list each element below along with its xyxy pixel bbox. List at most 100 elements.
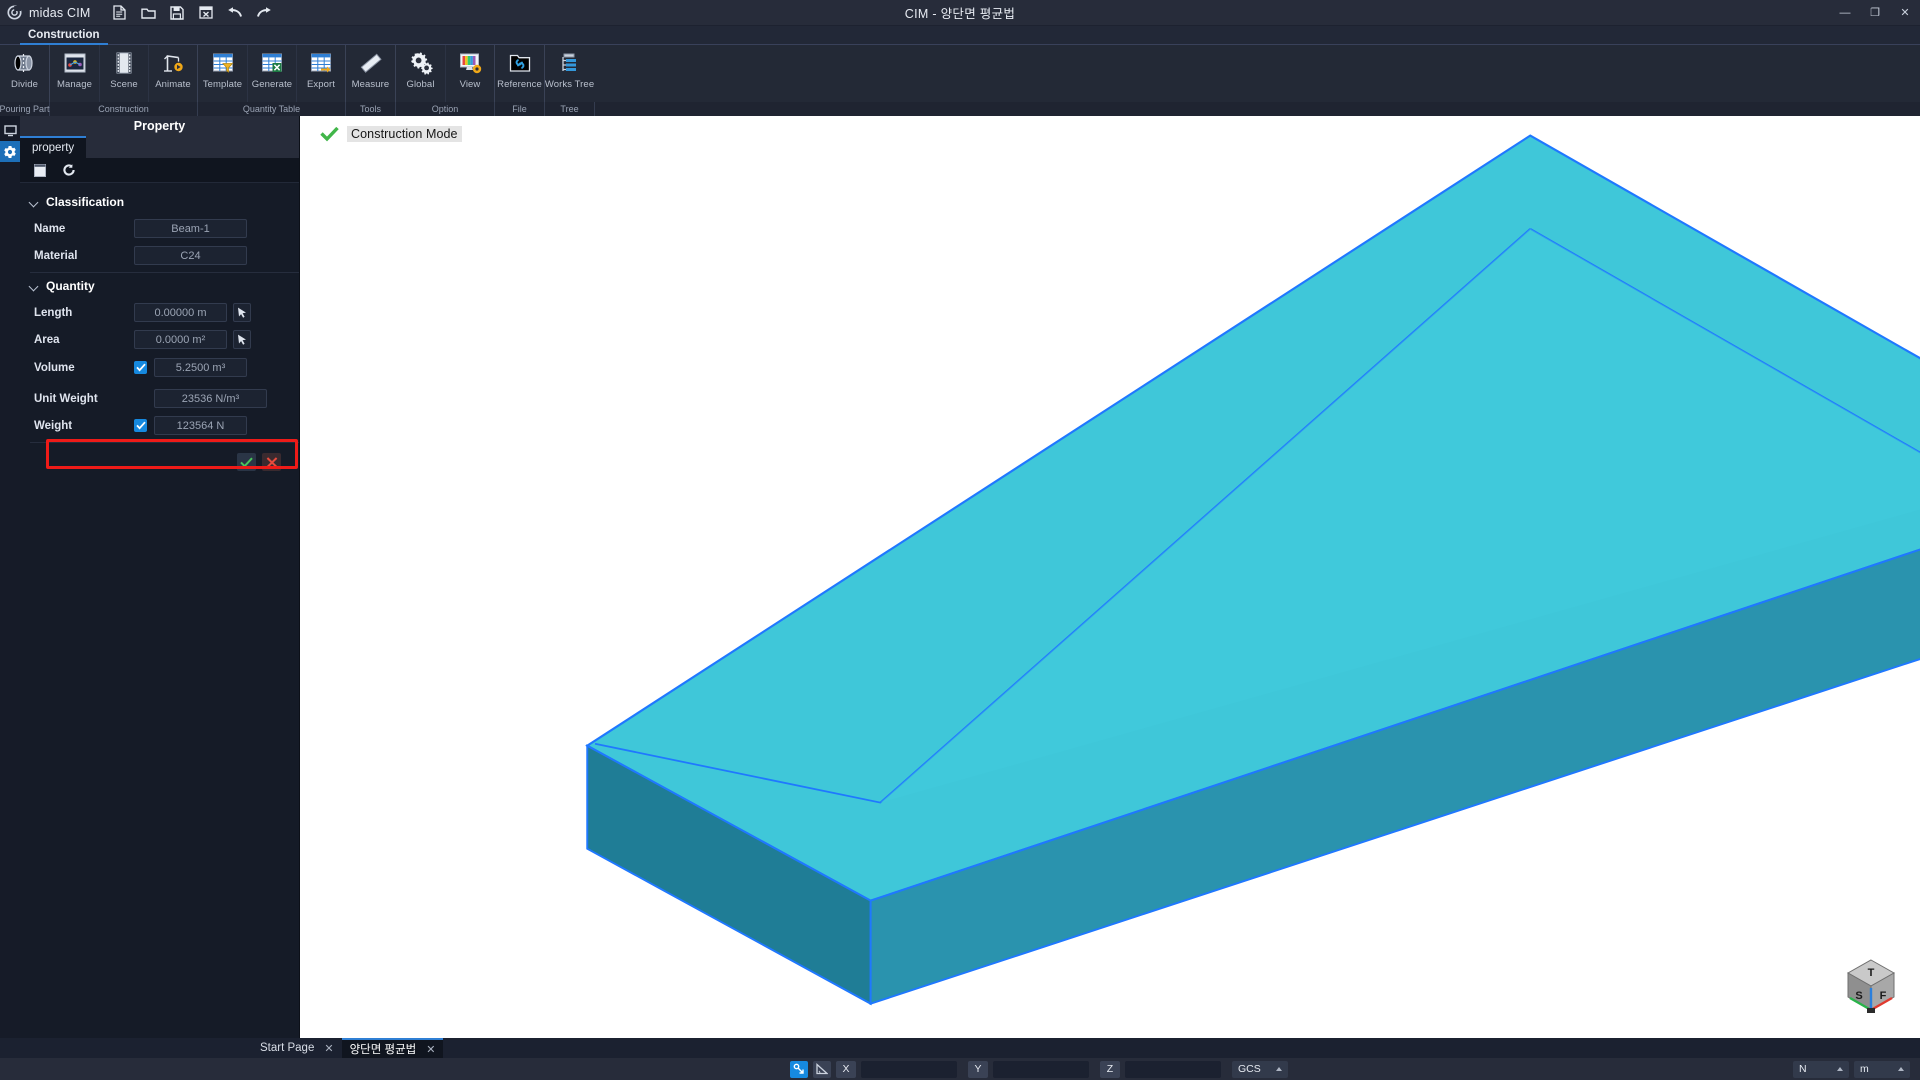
view-cube-top-label: T [1868,967,1875,979]
scene-icon [111,50,137,76]
group-label-construction: Construction [50,102,198,116]
ribbon-group-option: Global View [395,45,494,102]
property-label-unit-weight: Unit Weight [34,392,98,405]
property-value-name[interactable]: Beam-1 [134,219,247,238]
snap-point-icon[interactable] [790,1060,808,1078]
ribbon-button-animate[interactable]: Animate [148,45,197,102]
property-row-area: Area 0.0000 m² [20,326,299,353]
window-controls: — ❐ ✕ [1830,0,1920,26]
property-value-weight[interactable]: 123564 N [154,416,247,435]
new-file-icon[interactable] [105,1,134,25]
chevron-up-icon [1898,1067,1904,1071]
property-value-length[interactable]: 0.00000 m [134,303,227,322]
ribbon-button-works-tree[interactable]: Works Tree [545,45,594,102]
cancel-button[interactable] [262,453,281,471]
coord-input-z[interactable] [1125,1060,1221,1078]
volume-checkbox[interactable] [134,361,147,374]
property-gear-icon[interactable] [0,141,20,162]
chevron-down-icon [30,198,39,207]
ribbon-button-export[interactable]: Export [296,45,345,102]
restore-button[interactable]: ❐ [1860,0,1890,26]
view-cube-left-label: S [1855,990,1862,1002]
property-value-volume[interactable]: 5.2500 m³ [154,358,247,377]
property-value-unit-weight[interactable]: 23536 N/m³ [154,389,267,408]
property-row-length: Length 0.00000 m [20,299,299,326]
property-row-name: Name Beam-1 [20,215,299,242]
force-unit-select[interactable]: N [1793,1060,1849,1078]
property-value-area[interactable]: 0.0000 m² [134,330,227,349]
open-folder-icon[interactable] [134,1,163,25]
minimize-button[interactable]: — [1830,0,1860,26]
quick-access-toolbar [105,1,279,25]
redo-icon[interactable] [250,1,279,25]
close-document-icon[interactable] [192,1,221,25]
panel-toolbar [20,158,299,183]
display-icon[interactable] [0,120,20,141]
close-icon[interactable]: ✕ [426,1043,435,1056]
status-bar: X Y Z GCS N m [0,1058,1920,1080]
group-label-tree: Tree [545,102,595,116]
close-button[interactable]: ✕ [1890,0,1920,26]
ribbon-toolbar: Divide Manage Scene Animate Template Gen… [0,44,1920,102]
left-icon-rail [0,116,20,1038]
ribbon-group-pouring-part: Divide [0,45,49,102]
section-classification-header[interactable]: Classification [20,189,299,215]
measure-icon [358,50,384,76]
ribbon-button-reference[interactable]: Reference [495,45,544,102]
ribbon-button-template[interactable]: Template [198,45,247,102]
doc-tab-start-page[interactable]: Start Page ✕ [252,1038,342,1058]
view-cube[interactable]: T S F [1840,954,1902,1016]
force-unit-value: N [1799,1063,1807,1075]
ribbon-button-generate[interactable]: Generate [247,45,296,102]
ribbon-group-label-row: Pouring Part Construction Quantity Table… [0,102,1920,116]
property-label-weight: Weight [34,419,73,432]
save-icon[interactable] [163,1,192,25]
property-value-material[interactable]: C24 [134,246,247,265]
property-label-length: Length [34,306,73,319]
apply-button[interactable] [237,453,256,471]
chevron-down-icon [30,282,39,291]
midas-logo-icon [7,5,22,20]
main-area: Property property Classification Name Be… [0,116,1920,1038]
3d-viewport[interactable]: Construction Mode T S F [300,116,1920,1038]
ribbon-group-construction: Manage Scene Animate [49,45,197,102]
weight-checkbox[interactable] [134,419,147,432]
coord-input-y[interactable] [993,1060,1089,1078]
generate-icon [259,50,285,76]
ribbon-button-divide[interactable]: Divide [0,45,49,102]
pick-length-button[interactable] [233,303,251,322]
ribbon-button-measure[interactable]: Measure [346,45,395,102]
ribbon-tab-strip: Construction [0,26,1920,45]
snap-angle-icon[interactable] [813,1060,831,1078]
section-quantity-header[interactable]: Quantity [20,273,299,299]
ribbon-label-works-tree: Works Tree [544,79,595,90]
3d-model-beam[interactable] [300,116,1920,1038]
app-brand: midas CIM [0,5,91,20]
doc-tab-active[interactable]: 양단면 평균법 ✕ [341,1038,444,1058]
property-row-material: Material C24 [20,242,299,269]
table-icon[interactable] [30,161,49,180]
pick-area-button[interactable] [233,330,251,349]
coord-input-x[interactable] [861,1060,957,1078]
section-quantity-title: Quantity [46,279,95,293]
axis-label-y: Y [968,1060,988,1078]
view-cube-right-label: F [1880,990,1887,1002]
refresh-icon[interactable] [59,161,78,180]
panel-action-bar [20,443,299,471]
undo-icon[interactable] [221,1,250,25]
ribbon-label-template: Template [202,79,243,90]
export-icon [308,50,334,76]
tab-construction[interactable]: Construction [20,27,108,45]
ribbon-button-global[interactable]: Global [396,45,445,102]
ribbon-label-manage: Manage [57,79,92,90]
close-icon[interactable]: ✕ [324,1042,333,1055]
panel-tab-property[interactable]: property [20,136,87,158]
coordinate-system-select[interactable]: GCS [1232,1060,1288,1078]
ribbon-button-scene[interactable]: Scene [99,45,148,102]
ribbon-button-view[interactable]: View [445,45,494,102]
ribbon-label-view: View [459,79,481,90]
ribbon-button-manage[interactable]: Manage [50,45,99,102]
property-label-material: Material [34,249,78,262]
ribbon-group-tools: Measure [345,45,395,102]
length-unit-select[interactable]: m [1854,1060,1910,1078]
